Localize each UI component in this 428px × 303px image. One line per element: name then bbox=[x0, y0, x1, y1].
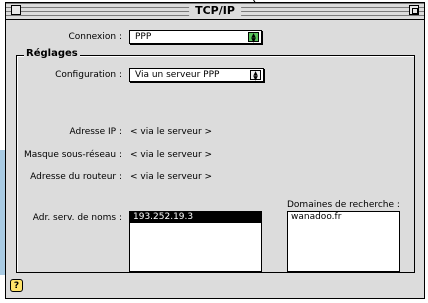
close-box-icon[interactable] bbox=[11, 5, 21, 15]
window-title: TCP/IP bbox=[189, 4, 241, 17]
name-servers-label: Adr. serv. de noms : bbox=[32, 213, 122, 223]
subnet-mask-value: < via le serveur > bbox=[130, 150, 213, 160]
search-domains-label: Domaines de recherche : bbox=[287, 200, 400, 210]
popup-arrows-icon: ▲ ▼ bbox=[250, 70, 261, 82]
configuration-value: Via un serveur PPP bbox=[135, 70, 220, 80]
list-item[interactable]: 193.252.19.3 bbox=[130, 212, 261, 223]
help-button[interactable]: ? bbox=[10, 279, 23, 292]
connexion-value: PPP bbox=[135, 32, 152, 42]
title-bar[interactable]: TCP/IP bbox=[6, 3, 424, 20]
configuration-label: Configuration : bbox=[55, 70, 122, 80]
popup-arrows-icon: ▲ ▼ bbox=[248, 32, 259, 44]
search-domains-list[interactable]: wanadoo.fr bbox=[287, 211, 400, 272]
settings-group-title: Réglages bbox=[24, 48, 80, 59]
subnet-mask-label: Masque sous-réseau : bbox=[24, 150, 122, 160]
configuration-popup[interactable]: Via un serveur PPP ▲ ▼ bbox=[129, 68, 264, 82]
ip-address-label: Adresse IP : bbox=[69, 127, 122, 137]
router-address-label: Adresse du routeur : bbox=[30, 172, 122, 182]
zoom-box-icon[interactable] bbox=[409, 5, 419, 15]
connexion-label: Connexion : bbox=[68, 32, 122, 42]
connexion-popup[interactable]: PPP ▲ ▼ bbox=[129, 30, 262, 44]
router-address-value: < via le serveur > bbox=[130, 172, 213, 182]
list-item[interactable]: wanadoo.fr bbox=[288, 212, 399, 223]
name-servers-list[interactable]: 193.252.19.3 bbox=[129, 211, 262, 272]
ip-address-value: < via le serveur > bbox=[130, 127, 213, 137]
